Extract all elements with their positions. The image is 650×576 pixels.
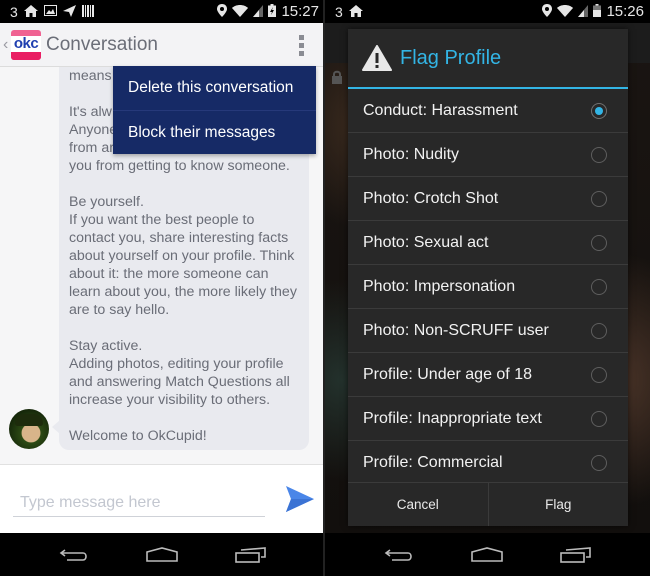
radio-button[interactable] (591, 367, 607, 383)
wifi-icon (557, 4, 574, 19)
dialog-header: Flag Profile (348, 29, 628, 89)
status-time: 15:26 (606, 3, 644, 20)
flag-option[interactable]: Photo: Impersonation (348, 265, 628, 309)
option-label: Photo: Nudity (363, 145, 460, 163)
flag-option[interactable]: Conduct: Harassment (348, 89, 628, 133)
option-label: Profile: Commercial (363, 454, 503, 471)
back-caret-icon[interactable]: ‹ (3, 36, 11, 54)
flag-profile-dialog: Flag Profile Conduct: Harassment Photo: … (348, 29, 628, 526)
compose-bar (0, 464, 325, 533)
home-icon (471, 547, 504, 562)
recents-icon (235, 546, 266, 563)
image-icon (43, 5, 57, 18)
option-label: Profile: Under age of 18 (363, 365, 532, 383)
radio-button-selected[interactable] (591, 103, 607, 119)
okcupid-logo[interactable]: okc (11, 29, 41, 60)
signal-icon (253, 4, 264, 19)
flag-option[interactable]: Profile: Commercial (348, 441, 628, 485)
flag-button[interactable]: Flag (487, 483, 629, 526)
home-icon (348, 4, 363, 19)
sender-avatar[interactable] (9, 409, 49, 449)
option-label: Conduct: Harassment (363, 101, 518, 119)
back-button[interactable] (56, 543, 92, 567)
notification-count: 3 (10, 3, 18, 20)
send-icon (286, 486, 314, 512)
radio-button[interactable] (591, 323, 607, 339)
flag-option[interactable]: Photo: Non-SCRUFF user (348, 309, 628, 353)
radio-button[interactable] (591, 235, 607, 251)
status-bar: 3 15:27 (0, 0, 325, 23)
action-bar: ‹ okc Conversation (0, 23, 325, 67)
recents-icon (560, 546, 591, 563)
cancel-button[interactable]: Cancel (348, 483, 488, 526)
delete-conversation-menu-item[interactable]: Delete this conversation (113, 66, 316, 110)
message-paragraph: Welcome to OkCupid! (69, 428, 207, 444)
back-icon (59, 548, 87, 561)
flag-option[interactable]: Profile: Under age of 18 (348, 353, 628, 397)
warning-icon (362, 45, 392, 71)
home-button[interactable] (144, 543, 180, 567)
barcode-icon (81, 4, 94, 19)
notification-count: 3 (335, 3, 343, 20)
message-paragraph: Stay active. Adding photos, editing your… (69, 338, 290, 408)
status-time: 15:27 (281, 3, 319, 20)
radio-button[interactable] (591, 191, 607, 207)
logo-text: okc (13, 34, 39, 52)
send-icon (62, 4, 76, 19)
battery-charging-icon (268, 4, 277, 19)
recents-button[interactable] (558, 543, 594, 567)
option-label: Profile: Inappropriate text (363, 409, 542, 427)
back-icon (384, 548, 412, 561)
option-label: Photo: Impersonation (363, 277, 516, 295)
message-paragraph: Be yourself. If you want the best people… (69, 194, 297, 318)
message-input[interactable] (13, 489, 265, 517)
dialog-actions: Cancel Flag (348, 482, 628, 526)
lock-icon (331, 70, 343, 84)
wifi-icon (232, 4, 249, 19)
page-title: Conversation (46, 33, 158, 55)
back-button[interactable] (381, 543, 417, 567)
radio-button[interactable] (591, 411, 607, 427)
send-button[interactable] (286, 486, 314, 512)
option-label: Photo: Non-SCRUFF user (363, 321, 549, 339)
flag-option[interactable]: Photo: Nudity (348, 133, 628, 177)
signal-icon (578, 4, 589, 19)
dialog-title: Flag Profile (400, 46, 502, 69)
option-label: Photo: Sexual act (363, 233, 489, 251)
navigation-bar (0, 533, 325, 576)
block-messages-menu-item[interactable]: Block their messages (113, 110, 316, 154)
flag-option[interactable]: Profile: Inappropriate text (348, 397, 628, 441)
home-icon (146, 547, 179, 562)
option-label: Photo: Crotch Shot (363, 189, 499, 207)
home-button[interactable] (469, 543, 505, 567)
home-icon (23, 4, 38, 19)
scruff-flag-profile-screen: 3 15:26 Flag Profile Conduct: Harassment… (325, 0, 650, 576)
flag-option[interactable]: Photo: Crotch Shot (348, 177, 628, 221)
status-bar: 3 15:26 (325, 0, 650, 23)
recents-button[interactable] (233, 543, 269, 567)
okcupid-conversation-screen: 3 15:27 ‹ okc Conversation means It's al… (0, 0, 325, 576)
bubble-tail (52, 420, 60, 434)
radio-button[interactable] (591, 279, 607, 295)
radio-button[interactable] (591, 455, 607, 471)
navigation-bar (325, 533, 650, 576)
location-icon (542, 4, 553, 19)
overflow-menu: Delete this conversation Block their mes… (113, 66, 316, 154)
location-icon (217, 4, 228, 19)
radio-button[interactable] (591, 147, 607, 163)
flag-reason-list: Conduct: Harassment Photo: Nudity Photo:… (348, 89, 628, 485)
flag-option[interactable]: Photo: Sexual act (348, 221, 628, 265)
overflow-menu-icon[interactable] (299, 35, 305, 56)
battery-icon (593, 4, 602, 19)
